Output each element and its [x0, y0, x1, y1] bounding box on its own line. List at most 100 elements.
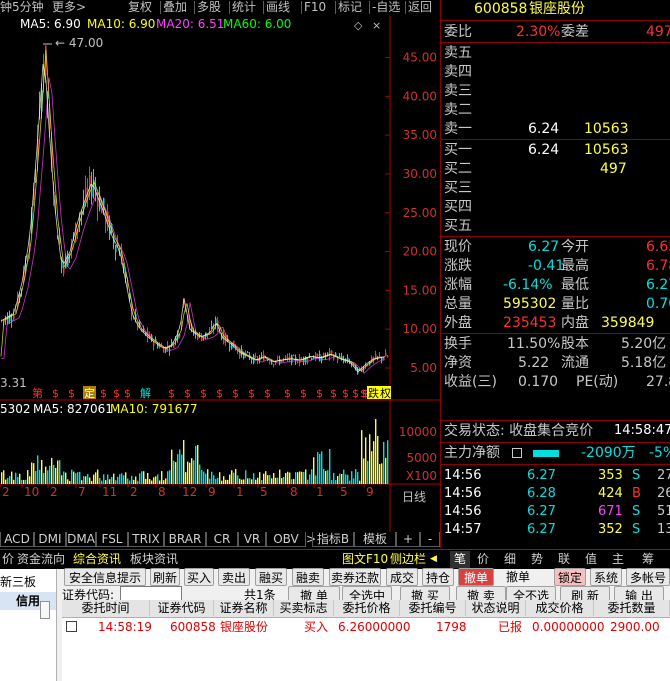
- event-mark-1[interactable]: $: [52, 387, 59, 400]
- event-mark-12[interactable]: $: [232, 387, 239, 400]
- event-mark-0[interactable]: 第: [32, 386, 43, 400]
- f10-tab[interactable]: 图文F10: [342, 551, 388, 568]
- event-mark-5[interactable]: $: [113, 387, 120, 400]
- toolbar-item-5[interactable]: 多股: [197, 0, 221, 15]
- indicator-tab-7[interactable]: VR: [238, 532, 266, 547]
- sub-tab-3[interactable]: 板块资讯: [130, 551, 178, 568]
- sub-tab-2[interactable]: 综合资讯: [73, 551, 121, 568]
- trade-btn-0[interactable]: 安全信息提示: [64, 568, 146, 586]
- trade-btn-5[interactable]: 融卖: [292, 568, 324, 586]
- event-mark-14[interactable]: $: [264, 387, 271, 400]
- trade-btn-4[interactable]: 融买: [255, 568, 287, 586]
- kline-chart[interactable]: 45.00 40.00 35.00 30.00 25.00 20.00 15.00 10.00…: [0, 16, 440, 542]
- toolbar-item-6[interactable]: 统计: [232, 0, 256, 15]
- sidebar-tab[interactable]: 侧边栏: [390, 551, 426, 568]
- diamond-icon[interactable]: ◇: [354, 19, 363, 32]
- row-checkbox[interactable]: [66, 621, 77, 632]
- volume-bar: [195, 445, 197, 484]
- sidebar-arrow-icon[interactable]: ◀: [430, 551, 437, 568]
- toolbar-item-11[interactable]: 返回: [408, 0, 432, 15]
- indicator-tab-4[interactable]: TRIX: [128, 532, 164, 547]
- trade-btn-8[interactable]: 持仓: [422, 568, 454, 586]
- indicator-tab-6[interactable]: CR: [206, 532, 238, 547]
- column-header-7[interactable]: 成交价格: [526, 600, 594, 616]
- left-tab-neeq[interactable]: 新三板: [0, 574, 56, 590]
- volume-bar: [315, 475, 317, 484]
- event-mark-13[interactable]: $: [248, 387, 255, 400]
- toolbar-item-2[interactable]: 更多>: [52, 0, 86, 15]
- toolbar-item-8[interactable]: F10: [304, 0, 326, 15]
- indicator-tab-10[interactable]: 指标B: [312, 532, 354, 547]
- event-mark-9[interactable]: $: [184, 387, 191, 400]
- event-mark-11[interactable]: $: [216, 387, 223, 400]
- column-header-3[interactable]: 买卖标志: [274, 600, 334, 616]
- column-header-5[interactable]: 委托编号: [400, 600, 466, 616]
- event-mark-18[interactable]: $: [330, 387, 337, 400]
- event-mark-20[interactable]: $: [352, 387, 359, 400]
- event-mark-6[interactable]: $: [124, 387, 131, 400]
- volume-bar: [259, 472, 261, 484]
- panel-tab-4[interactable]: 联: [558, 551, 570, 568]
- flow-icon[interactable]: [512, 448, 522, 458]
- trade-btn-10[interactable]: 撤单: [498, 568, 538, 586]
- toolbar-item-1[interactable]: 5分钟: [12, 0, 44, 15]
- toolbar-item-4[interactable]: 叠加: [163, 0, 187, 15]
- column-header-6[interactable]: 状态说明: [466, 600, 526, 616]
- event-mark-3[interactable]: 定: [84, 386, 95, 400]
- column-header-0[interactable]: 委托时间: [62, 600, 150, 616]
- indicator-tab-0[interactable]: ACD: [0, 532, 34, 547]
- panel-tab-2[interactable]: 细: [504, 551, 516, 568]
- event-mark-7[interactable]: 解: [140, 386, 151, 400]
- column-header-1[interactable]: 证券代码: [150, 600, 214, 616]
- indicator-tab-2[interactable]: DMA: [66, 532, 96, 547]
- event-mark-16[interactable]: $: [300, 387, 307, 400]
- event-mark-19[interactable]: $: [342, 387, 349, 400]
- indicator-tab-5[interactable]: BRAR: [164, 532, 206, 547]
- sub-tab-0[interactable]: 价: [2, 551, 14, 568]
- toolbar-item-10[interactable]: -自选: [372, 0, 400, 15]
- indicator-tab-8[interactable]: OBV: [266, 532, 306, 547]
- event-mark-8[interactable]: $: [168, 387, 175, 400]
- event-mark-24[interactable]: 权: [380, 387, 391, 400]
- indicator-tab-1[interactable]: DMI: [34, 532, 66, 547]
- column-header-8[interactable]: 委托数量: [594, 600, 670, 616]
- toolbar-item-9[interactable]: 标记: [338, 0, 362, 15]
- left-scrollbar[interactable]: [40, 601, 50, 619]
- indicator-tab-12[interactable]: +: [396, 532, 420, 547]
- event-mark-4[interactable]: $: [100, 387, 107, 400]
- trade-btn-7[interactable]: 成交: [386, 568, 418, 586]
- panel-tab-0[interactable]: 笔: [450, 551, 471, 568]
- panel-tab-6[interactable]: 主: [612, 551, 624, 568]
- panel-tab-7[interactable]: 筹: [642, 551, 654, 568]
- trade-btn-13[interactable]: 多帐号: [626, 568, 670, 586]
- trade-panel: 新三板 信用 安全信息提示 刷新 买入 卖出 融买 融卖 卖券还款 成交 持仓 撤单 撤单 锁定 系统 多帐号…: [0, 568, 670, 681]
- event-mark-10[interactable]: $: [200, 387, 207, 400]
- panel-tab-5[interactable]: 值: [585, 551, 597, 568]
- sub-tab-1[interactable]: 资金流向: [17, 551, 65, 568]
- indicator-tab-11[interactable]: 模板: [354, 532, 396, 547]
- event-mark-17[interactable]: $: [316, 387, 323, 400]
- trade-btn-11[interactable]: 锁定: [554, 568, 586, 586]
- buy-label-4: 买五: [444, 218, 472, 234]
- trade-btn-1[interactable]: 刷新: [150, 568, 180, 586]
- indicator-tab-3[interactable]: FSL: [96, 532, 128, 547]
- volume-bar: [45, 466, 47, 484]
- volume-bar: [135, 476, 137, 484]
- event-mark-2[interactable]: $: [68, 387, 75, 400]
- panel-tab-1[interactable]: 价: [477, 551, 489, 568]
- column-header-4[interactable]: 委托价格: [334, 600, 400, 616]
- trade-btn-3[interactable]: 卖出: [218, 568, 250, 586]
- event-mark-23[interactable]: 跌: [368, 386, 379, 400]
- panel-tab-3[interactable]: 势: [531, 551, 543, 568]
- trade-btn-6[interactable]: 卖券还款: [329, 568, 381, 586]
- column-header-2[interactable]: 证券名称: [214, 600, 274, 616]
- trade-btn-2[interactable]: 买入: [184, 568, 214, 586]
- toolbar-item-7[interactable]: 画线: [266, 0, 290, 15]
- trade-btn-12[interactable]: 系统: [590, 568, 622, 586]
- toolbar-item-3[interactable]: 复权: [128, 0, 152, 15]
- close-icon[interactable]: ×: [372, 19, 381, 32]
- event-mark-15[interactable]: $: [284, 387, 291, 400]
- toolbar-item-0[interactable]: 钟: [0, 0, 12, 15]
- indicator-tab-13[interactable]: -: [420, 532, 440, 547]
- trade-btn-9[interactable]: 撤单: [458, 568, 494, 586]
